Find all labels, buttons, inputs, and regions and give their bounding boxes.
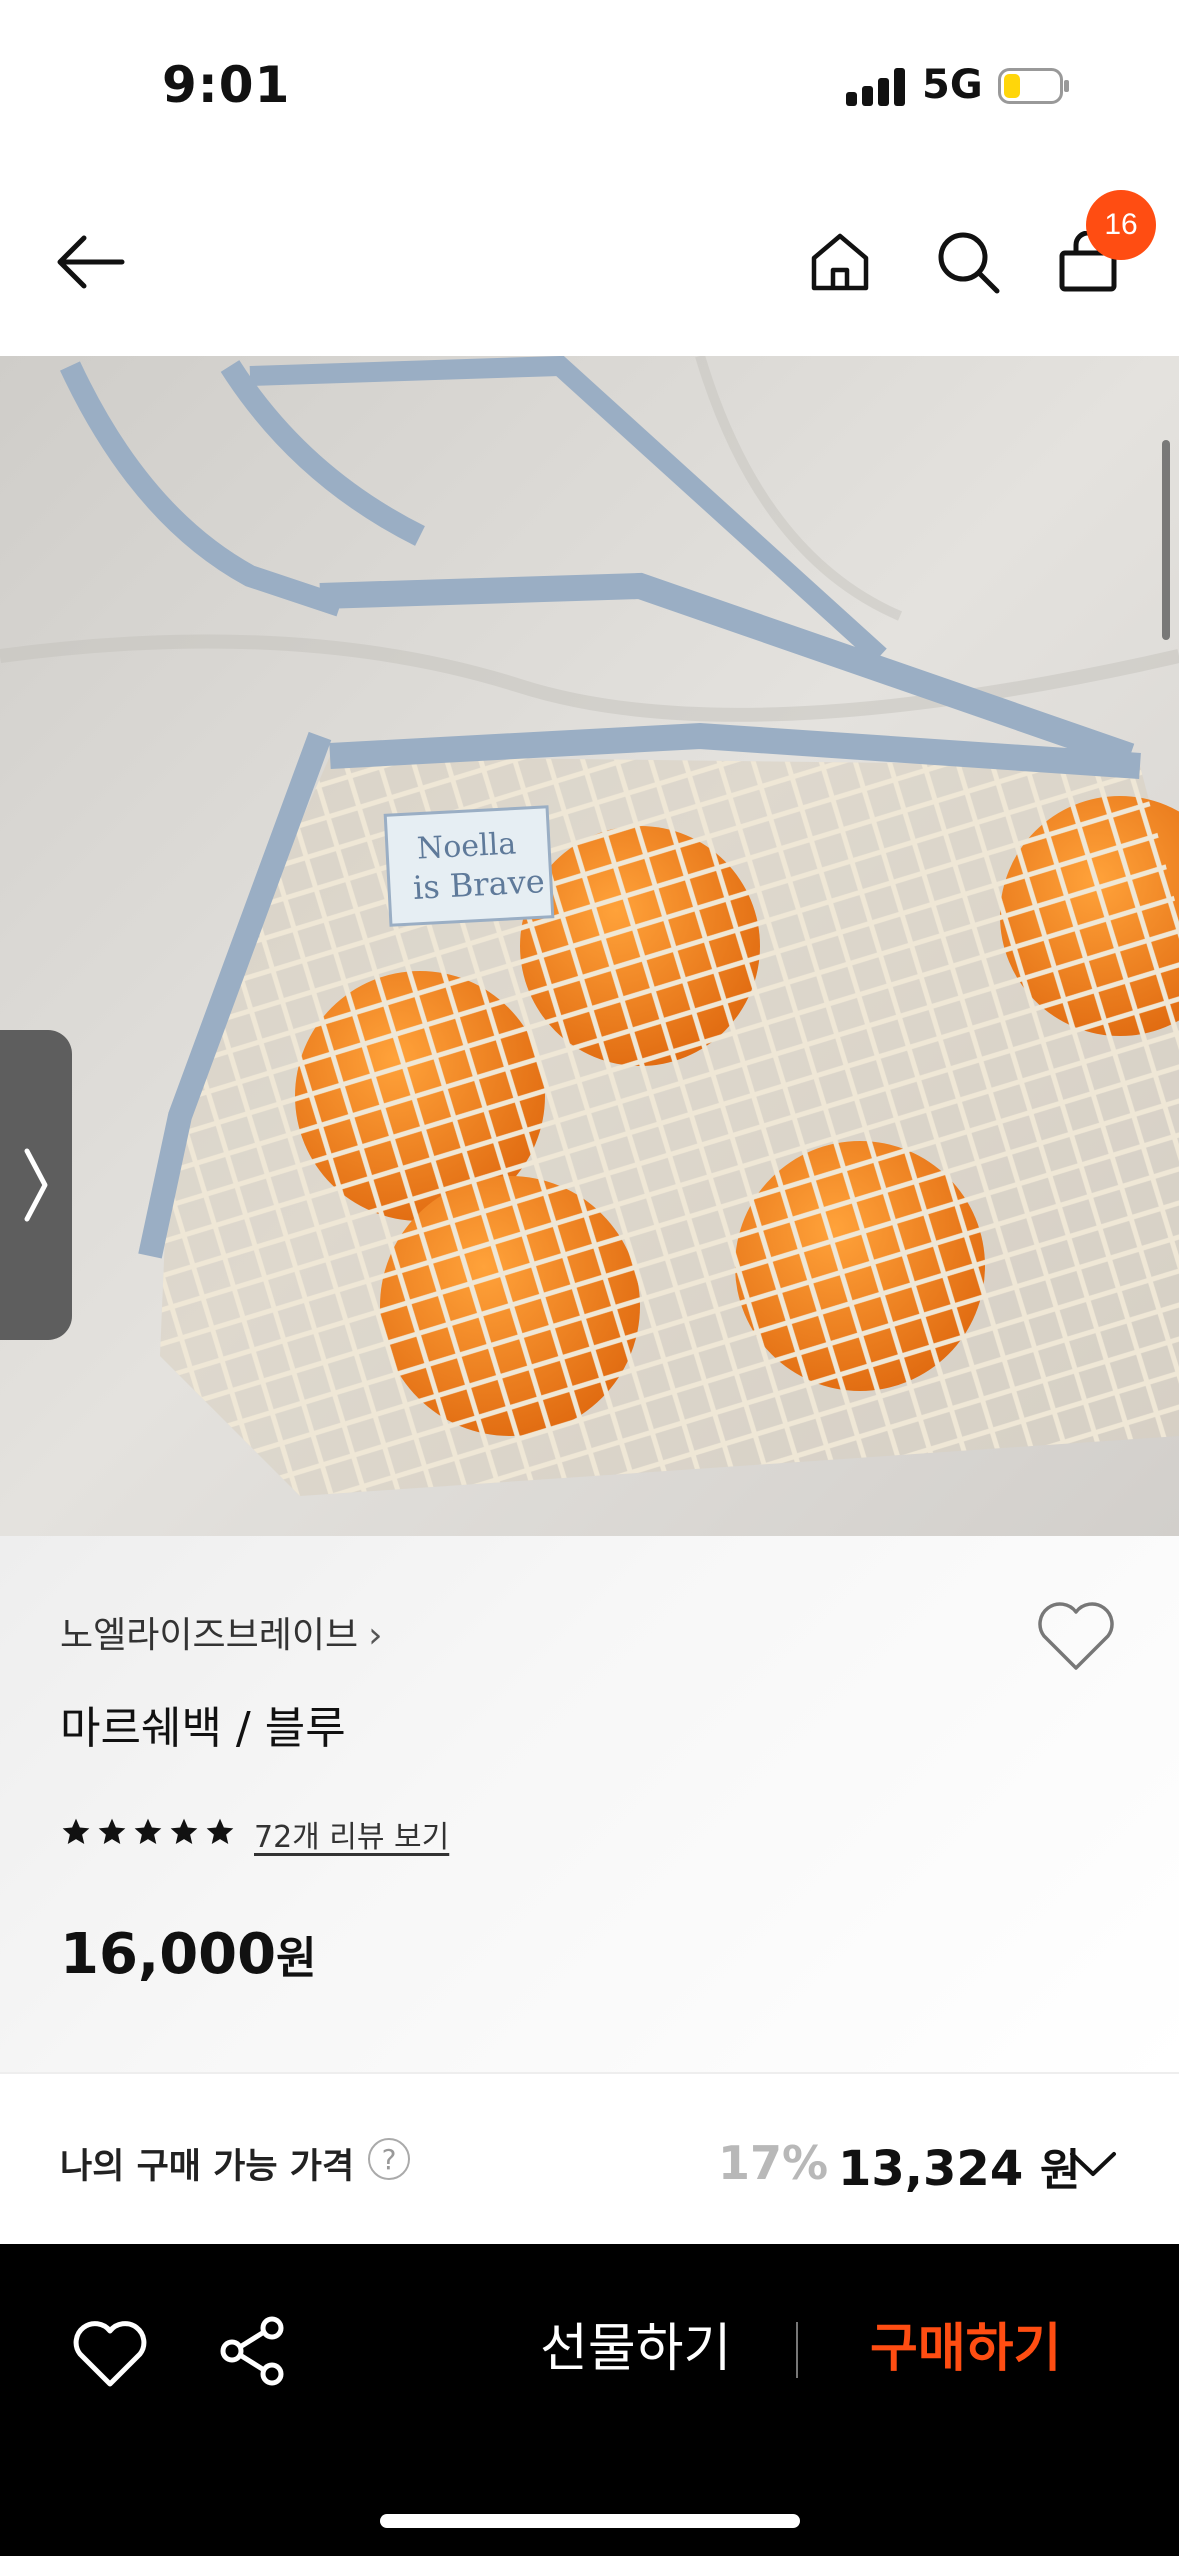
signal-icon <box>846 66 906 106</box>
side-drawer-tab[interactable] <box>0 1030 72 1340</box>
star-icon <box>62 1818 90 1844</box>
help-icon[interactable]: ? <box>368 2138 410 2180</box>
brand-tag-line1: Noella <box>416 827 517 867</box>
chevron-right-icon: › <box>368 1615 383 1656</box>
price-value: 16,000 <box>60 1922 277 1987</box>
search-button[interactable] <box>928 222 1008 302</box>
star-icon <box>98 1818 126 1844</box>
product-image[interactable]: Noella is Brave <box>0 356 1179 1536</box>
home-icon <box>811 233 869 291</box>
brand-tag-line2: is Brave <box>412 862 546 907</box>
star-icon <box>170 1818 198 1844</box>
bottom-action-bar: 선물하기 구매하기 <box>0 2244 1179 2556</box>
product-price: 16,000원 <box>60 1922 317 1987</box>
reviews-link[interactable]: 72개 리뷰 보기 <box>254 1812 449 1856</box>
star-icon <box>206 1818 234 1844</box>
battery-icon <box>998 68 1069 104</box>
discounted-price: 13,324 원 <box>838 2134 1080 2198</box>
product-title: 마르쉐백 / 블루 <box>60 1703 346 1754</box>
star-icon <box>134 1818 162 1844</box>
back-button[interactable] <box>50 222 130 302</box>
my-price-row[interactable]: 나의 구매 가능 가격 ? 17% 13,324 원 <box>0 2074 1179 2244</box>
network-type: 5G <box>922 62 983 108</box>
buy-button[interactable]: 구매하기 <box>870 2306 1061 2381</box>
brand-name: 노엘라이즈브레이브 <box>60 1615 359 1656</box>
image-scroll-indicator <box>1162 440 1170 640</box>
discounted-price-value: 13,324 <box>838 2141 1024 2197</box>
chevron-right-icon <box>24 1148 48 1222</box>
my-price-label: 나의 구매 가능 가격 <box>60 2147 355 2187</box>
home-button[interactable] <box>800 222 880 302</box>
price-unit: 원 <box>276 1933 317 1984</box>
status-bar: 9:01 5G <box>0 0 1179 170</box>
status-time: 9:01 <box>162 56 291 114</box>
search-icon <box>938 232 1000 294</box>
product-info: 노엘라이즈브레이브 › 마르쉐백 / 블루 72개 리뷰 보기 16,000원 <box>0 1536 1179 2072</box>
button-divider <box>796 2322 798 2378</box>
nav-bar <box>0 170 1179 356</box>
product-photo: Noella is Brave <box>0 356 1179 1536</box>
heart-icon[interactable] <box>72 2320 148 2388</box>
discount-rate: 17% <box>718 2136 829 2190</box>
gift-button[interactable]: 선물하기 <box>540 2306 731 2381</box>
chevron-down-icon[interactable] <box>1068 2144 1118 2184</box>
rating-stars <box>60 1816 236 1848</box>
brand-link[interactable]: 노엘라이즈브레이브 › <box>60 1606 383 1658</box>
brand-tag: Noella is Brave <box>383 805 555 927</box>
home-indicator <box>380 2514 800 2528</box>
arrow-left-icon <box>57 235 125 289</box>
cart-count-badge: 16 <box>1086 190 1156 260</box>
share-icon[interactable] <box>218 2316 288 2386</box>
heart-icon[interactable] <box>1036 1600 1116 1672</box>
